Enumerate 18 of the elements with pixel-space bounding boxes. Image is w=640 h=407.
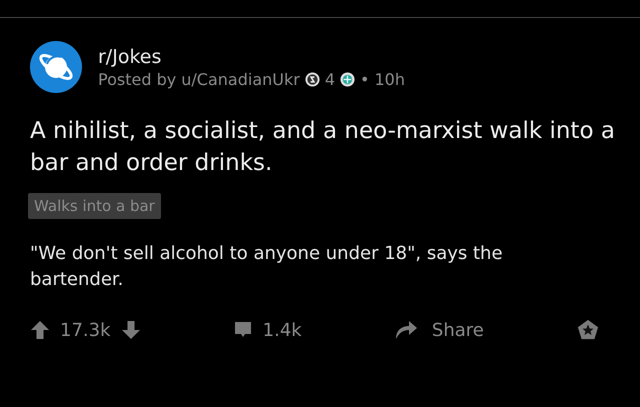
post-body: "We don't sell alcohol to anyone under 18", says the bartender. <box>29 242 504 292</box>
subreddit-name[interactable]: r/Jokes <box>98 46 405 68</box>
upvote-arrow-icon[interactable] <box>30 320 50 340</box>
separator-dot: • <box>360 70 370 88</box>
share-button[interactable]: Share <box>394 319 484 341</box>
post-title[interactable]: A nihilist, a socialist, and a neo-marxist walk into a bar and order drinks. <box>0 93 640 179</box>
award-icon <box>304 72 320 86</box>
award-star-icon[interactable] <box>576 319 600 341</box>
post-flair[interactable]: Walks into a bar <box>28 193 161 219</box>
comment-count[interactable]: 1.4k <box>262 320 302 340</box>
downvote-arrow-icon[interactable] <box>120 320 141 340</box>
author-text: Posted by u/CanadianUkr <box>98 70 300 88</box>
award-count: 4 <box>324 70 336 88</box>
post-age: 10h <box>374 70 405 88</box>
share-arrow-icon <box>394 319 418 341</box>
vote-score: 17.3k <box>60 320 111 340</box>
award-icon <box>340 72 356 86</box>
subreddit-planet-icon[interactable] <box>30 41 82 93</box>
